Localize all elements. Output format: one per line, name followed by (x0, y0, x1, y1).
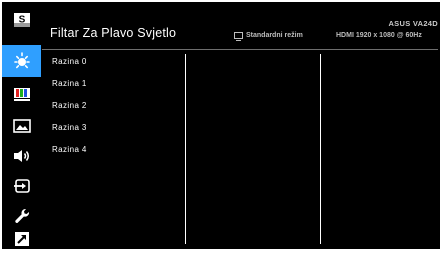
system-setup-icon (14, 208, 29, 223)
blue-light-filter-icon (13, 52, 30, 69)
sidebar: S (2, 2, 41, 249)
svg-text:S: S (18, 15, 25, 26)
input-select-menu-item[interactable] (2, 170, 41, 202)
osd-menu: S Filtar Za Plavo Svjetlo ASUS VA24D Sta… (2, 2, 440, 249)
image-menu-item[interactable] (2, 110, 41, 142)
splendid-menu-item[interactable]: S (2, 4, 41, 36)
mode-label: Standardni režim (246, 32, 303, 39)
option-razina-3[interactable]: Razina 3 (52, 123, 87, 132)
color-menu-item[interactable] (2, 78, 41, 110)
sound-icon (13, 150, 29, 162)
option-razina-0[interactable]: Razina 0 (52, 57, 87, 66)
system-setup-menu-item[interactable] (2, 200, 41, 232)
shortcut-icon (14, 232, 29, 246)
color-bars-icon (13, 88, 30, 101)
shortcut-menu-item[interactable] (2, 229, 41, 249)
mode-indicator: Standardni režim (234, 32, 303, 41)
option-razina-1[interactable]: Razina 1 (52, 79, 87, 88)
header-divider (42, 49, 438, 50)
option-razina-4[interactable]: Razina 4 (52, 145, 87, 154)
resolution-info: HDMI 1920 x 1080 @ 60Hz (336, 32, 422, 39)
column-divider (185, 54, 186, 244)
column-divider (320, 54, 321, 244)
option-razina-2[interactable]: Razina 2 (52, 101, 87, 110)
sound-menu-item[interactable] (2, 140, 41, 172)
input-select-icon (13, 179, 30, 193)
monitor-icon (234, 32, 243, 41)
blue-light-filter-menu-item[interactable] (2, 45, 41, 77)
page-title: Filtar Za Plavo Svjetlo (50, 26, 177, 40)
model-name: ASUS VA24D (388, 19, 438, 28)
image-icon (12, 119, 31, 133)
splendid-s-icon: S (13, 13, 30, 27)
